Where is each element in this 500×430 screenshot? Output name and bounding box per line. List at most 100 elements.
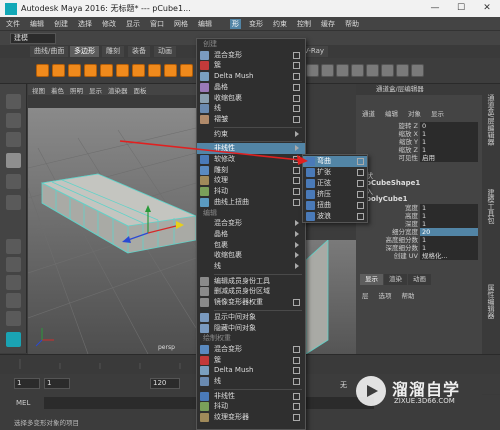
shelf-primitive-icon[interactable] (164, 64, 177, 77)
layer-tab-1[interactable]: 渲染 (384, 274, 407, 285)
outliner-icon[interactable] (6, 311, 21, 326)
viewport-menu-4[interactable]: 渲染器 (108, 85, 128, 95)
range-end-field[interactable]: 120 (150, 378, 180, 389)
menu-item[interactable]: 收缩包裹 (197, 250, 305, 261)
lasso-tool-icon[interactable] (6, 113, 21, 128)
option-box-icon[interactable] (293, 73, 300, 81)
submenu-item[interactable]: 挤压 (303, 189, 367, 200)
menu-4[interactable]: 修改 (100, 19, 118, 29)
move-tool-icon[interactable] (6, 153, 21, 168)
option-box-icon[interactable] (293, 156, 300, 163)
layer-menu-2[interactable]: 帮助 (402, 290, 415, 300)
menu-item[interactable]: 线 (197, 376, 305, 387)
option-box-icon[interactable] (357, 213, 364, 220)
attribute-value[interactable]: 1 (420, 204, 478, 212)
option-box-icon[interactable] (293, 188, 300, 196)
layout-persp-icon[interactable] (6, 293, 21, 308)
close-button[interactable]: ✕ (474, 0, 500, 17)
viewport-menu-1[interactable]: 着色 (51, 85, 64, 95)
menu-item[interactable]: 晶格 (197, 229, 305, 240)
layout-single-icon[interactable] (6, 239, 21, 254)
menu-1[interactable]: 编辑 (28, 19, 46, 29)
layout-four-icon[interactable] (6, 257, 21, 272)
menu-6[interactable]: 窗口 (148, 19, 166, 29)
shelf-primitive-icon[interactable] (180, 64, 193, 77)
menu-8[interactable]: 编辑 (196, 19, 214, 29)
shelf-tool-icon[interactable] (411, 64, 424, 77)
shelf-primitive-icon[interactable] (68, 64, 81, 77)
side-tab-0[interactable]: 通道盒/层编辑器 (486, 94, 496, 145)
option-box-icon[interactable] (293, 83, 300, 91)
shelf-tab-1[interactable]: 多边形 (70, 46, 99, 57)
paint-select-tool-icon[interactable] (6, 132, 21, 147)
attribute-value[interactable]: 1 (420, 244, 478, 252)
channel-menu-2[interactable]: 对象 (408, 108, 421, 118)
attribute-value[interactable]: 1 (420, 146, 478, 154)
select-tool-icon[interactable] (6, 94, 21, 109)
menu-item[interactable]: 晶格 (197, 82, 305, 93)
menu-item[interactable]: 纹理变形器 (197, 412, 305, 423)
submenu-item[interactable]: 扩张 (303, 167, 367, 178)
option-box-icon[interactable] (293, 51, 300, 59)
viewport-persp[interactable] (28, 108, 196, 354)
shelf-tab-3[interactable]: 装备 (128, 46, 150, 57)
layer-menu-0[interactable]: 层 (362, 290, 369, 300)
menu-2[interactable]: 创建 (52, 19, 70, 29)
attribute-value[interactable]: 1 (420, 130, 478, 138)
option-box-icon[interactable] (293, 299, 300, 307)
menu-item[interactable]: 混合变形 (197, 218, 305, 229)
menu-14[interactable]: 缓存 (319, 19, 337, 29)
option-box-icon[interactable] (293, 94, 300, 102)
option-box-icon[interactable] (293, 403, 300, 411)
channel-menu-0[interactable]: 通道 (362, 108, 375, 118)
minimize-button[interactable]: — (422, 0, 448, 17)
menu-5[interactable]: 显示 (124, 19, 142, 29)
option-box-icon[interactable] (293, 378, 300, 385)
shelf-tool-icon[interactable] (336, 64, 349, 77)
menu-12[interactable]: 约束 (271, 19, 289, 29)
option-box-icon[interactable] (293, 414, 300, 422)
shelf-tool-icon[interactable] (306, 64, 319, 77)
option-box-icon[interactable] (357, 202, 364, 209)
shelf-tool-icon[interactable] (396, 64, 409, 77)
attribute-value[interactable]: 启用 (420, 154, 478, 162)
menu-item[interactable]: 簇 (197, 60, 305, 71)
option-box-icon[interactable] (293, 166, 300, 174)
scale-tool-icon[interactable] (6, 195, 21, 210)
menu-item[interactable]: 纹理 (197, 175, 305, 186)
layer-tab-2[interactable]: 动画 (408, 274, 431, 285)
menu-item[interactable]: 包裹 (197, 240, 305, 251)
submenu-item[interactable]: 弯曲 (303, 156, 367, 167)
submenu-item[interactable]: 扭曲 (303, 200, 367, 211)
menu-15[interactable]: 帮助 (343, 19, 361, 29)
menu-13[interactable]: 控制 (295, 19, 313, 29)
menu-item[interactable]: 删减成员身份区域 (197, 286, 305, 297)
viewport-menu-5[interactable]: 面板 (134, 85, 147, 95)
maximize-button[interactable]: ☐ (448, 0, 474, 17)
menu-3[interactable]: 选择 (76, 19, 94, 29)
shape-node-name[interactable]: pCubeShape1 (366, 179, 420, 187)
attribute-value[interactable]: 20 (420, 228, 478, 236)
menu-item[interactable]: 簇 (197, 355, 305, 366)
menu-set-dropdown[interactable]: 建模 (10, 33, 56, 44)
attribute-value[interactable]: 1 (420, 220, 478, 228)
menu-item[interactable]: 混合变形 (197, 344, 305, 355)
menu-0[interactable]: 文件 (4, 19, 22, 29)
option-box-icon[interactable] (293, 115, 300, 123)
option-box-icon[interactable] (357, 169, 364, 176)
menu-item[interactable]: 混合变形 (197, 50, 305, 61)
menu-item[interactable]: 曲线上扭曲 (197, 197, 305, 208)
menu-item[interactable]: 褶皱 (197, 114, 305, 125)
layout-two-icon[interactable] (6, 275, 21, 290)
range-start-field[interactable]: 1 (14, 378, 40, 389)
rotate-tool-icon[interactable] (6, 174, 21, 189)
layer-menu-1[interactable]: 选项 (379, 290, 392, 300)
attribute-value[interactable]: 0 (420, 122, 478, 130)
viewport-menu-2[interactable]: 照明 (70, 85, 83, 95)
option-box-icon[interactable] (357, 180, 364, 187)
shelf-primitive-icon[interactable] (116, 64, 129, 77)
shelf-tab-2[interactable]: 雕刻 (102, 46, 124, 57)
range-current-field[interactable]: 1 (44, 378, 70, 389)
option-box-icon[interactable] (293, 198, 300, 206)
menu-11[interactable]: 变形 (247, 19, 265, 29)
